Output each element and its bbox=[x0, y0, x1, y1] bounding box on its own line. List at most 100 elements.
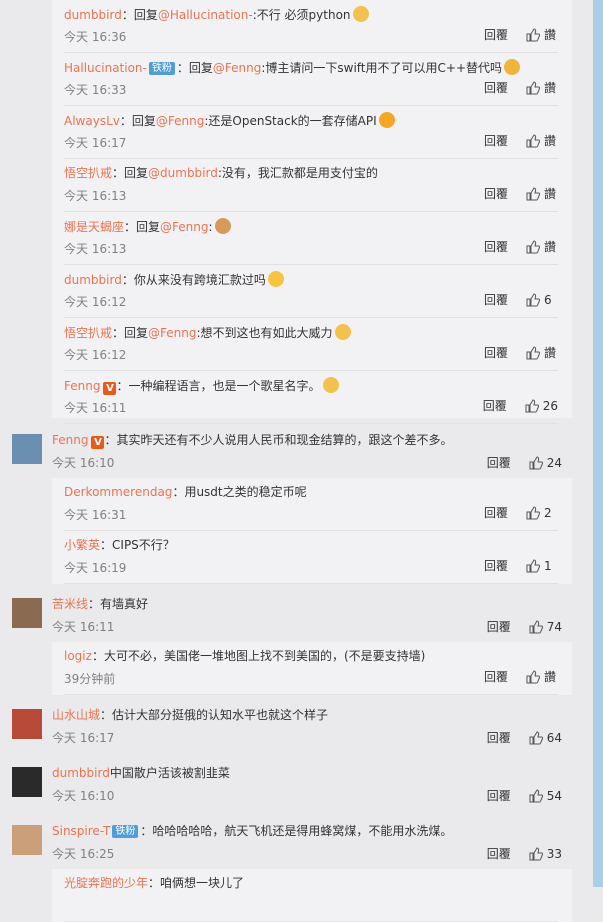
reply-text: 咱俩想一块儿了 bbox=[160, 876, 245, 890]
verified-badge-icon: V bbox=[91, 436, 105, 449]
reply-button[interactable]: 回覆 bbox=[487, 618, 511, 635]
reply-time: 今天 16:12 bbox=[64, 348, 127, 362]
like-button[interactable]: 26 bbox=[525, 399, 558, 413]
reply-author[interactable]: dumbbird bbox=[64, 8, 122, 22]
like-button[interactable]: 讚 bbox=[526, 185, 558, 202]
divider bbox=[64, 423, 558, 424]
reply-button[interactable]: 回覆 bbox=[484, 668, 508, 685]
user-avatar[interactable] bbox=[12, 434, 42, 464]
like-button[interactable]: 74 bbox=[529, 620, 562, 634]
emoji-icon bbox=[352, 6, 369, 22]
reply-button[interactable]: 回覆 bbox=[484, 26, 508, 43]
comment-item: dumbbird中国散户活该被割韭菜 今天 16:10 回覆 54 bbox=[0, 761, 593, 819]
reply-prefix: ： bbox=[116, 379, 129, 393]
mention-link[interactable]: @Fenng bbox=[160, 220, 208, 234]
comment-author[interactable]: Fenng bbox=[52, 433, 88, 447]
like-button[interactable]: 33 bbox=[529, 847, 562, 861]
reply-author[interactable]: 光腚奔跑的少年 bbox=[64, 876, 148, 890]
emoji-icon bbox=[504, 59, 520, 75]
thumbs-up-icon bbox=[529, 619, 543, 633]
mention-link[interactable]: @dumbbird bbox=[148, 166, 218, 180]
reply-button[interactable]: 回覆 bbox=[484, 344, 508, 361]
divider bbox=[64, 694, 558, 695]
reply-prefix: ： bbox=[172, 485, 185, 499]
reply-text: :还是OpenStack的一套存储API bbox=[204, 114, 377, 128]
like-count: 讚 bbox=[544, 187, 557, 201]
reply-prefix: ：回复 bbox=[176, 61, 213, 75]
comment-time: 今天 16:10 bbox=[52, 789, 115, 803]
emoji-icon bbox=[267, 271, 284, 287]
mention-link[interactable]: @Fenng bbox=[213, 61, 261, 75]
reply-text: 用usdt之类的稳定币呢 bbox=[184, 485, 307, 499]
thumbs-up-icon bbox=[525, 398, 539, 412]
reply-button[interactable]: 回覆 bbox=[484, 132, 508, 149]
reply-button[interactable]: 回覆 bbox=[484, 557, 508, 574]
like-count: 讚 bbox=[544, 134, 557, 148]
reply-prefix: ： bbox=[91, 649, 104, 663]
nested-replies-block: Derkommerendag：用usdt之类的稳定币呢 今天 16:31 回覆 … bbox=[52, 478, 572, 584]
reply-author[interactable]: 悟空扒戒 bbox=[64, 326, 112, 340]
reply-button[interactable]: 回覆 bbox=[484, 185, 508, 202]
like-button[interactable]: 6 bbox=[526, 293, 558, 307]
reply-author[interactable]: 娜是天蝎座 bbox=[64, 220, 124, 234]
like-button[interactable]: 64 bbox=[529, 731, 562, 745]
user-avatar[interactable] bbox=[12, 825, 42, 855]
like-button[interactable]: 讚 bbox=[526, 26, 558, 43]
like-button[interactable]: 24 bbox=[529, 456, 562, 470]
like-button[interactable]: 1 bbox=[526, 559, 558, 573]
reply-button[interactable]: 回覆 bbox=[483, 397, 507, 414]
divider bbox=[64, 583, 558, 584]
comment-author[interactable]: Sinspire-T bbox=[52, 824, 110, 838]
reply-button[interactable]: 回覆 bbox=[484, 504, 508, 521]
thumbs-up-icon bbox=[526, 80, 540, 94]
like-button[interactable]: 讚 bbox=[526, 668, 558, 685]
reply-item: dumbbird：回复@Hallucination-:不行 必须python 今… bbox=[52, 0, 572, 53]
reply-author[interactable]: logiz bbox=[64, 649, 92, 663]
reply-prefix: ： bbox=[148, 876, 161, 890]
reply-button[interactable]: 回覆 bbox=[487, 729, 511, 746]
like-button[interactable]: 讚 bbox=[526, 344, 558, 361]
like-count: 64 bbox=[546, 730, 562, 745]
like-button[interactable]: 讚 bbox=[526, 238, 558, 255]
reply-author[interactable]: Derkommerendag bbox=[64, 485, 172, 499]
reply-text: : bbox=[208, 220, 213, 234]
reply-button[interactable]: 回覆 bbox=[487, 845, 511, 862]
reply-button[interactable]: 回覆 bbox=[484, 79, 508, 96]
user-avatar[interactable] bbox=[12, 598, 42, 628]
reply-time: 今天 16:12 bbox=[64, 295, 127, 309]
mention-link[interactable]: @Fenng bbox=[148, 326, 196, 340]
user-avatar[interactable] bbox=[12, 709, 42, 739]
reply-author[interactable]: Fenng bbox=[64, 379, 100, 393]
comment-time: 今天 16:25 bbox=[52, 847, 115, 861]
reply-author[interactable]: 小繁英 bbox=[64, 538, 100, 552]
thumbs-up-icon bbox=[526, 186, 540, 200]
reply-text: CIPS不行？ bbox=[112, 538, 175, 552]
comment-author[interactable]: 山水山城 bbox=[52, 708, 100, 722]
reply-button[interactable]: 回覆 bbox=[487, 454, 511, 471]
like-button[interactable]: 2 bbox=[526, 506, 558, 520]
reply-button[interactable]: 回覆 bbox=[487, 787, 511, 804]
like-count: 6 bbox=[544, 292, 552, 307]
reply-button[interactable]: 回覆 bbox=[484, 238, 508, 255]
reply-author[interactable]: AlwaysLv bbox=[64, 114, 120, 128]
reply-author[interactable]: 悟空扒戒 bbox=[64, 166, 112, 180]
mention-link[interactable]: @Hallucination- bbox=[158, 8, 253, 22]
reply-button[interactable]: 回覆 bbox=[484, 291, 508, 308]
reply-author[interactable]: dumbbird bbox=[64, 273, 122, 287]
comment-author[interactable]: 苦米线 bbox=[52, 597, 88, 611]
user-avatar[interactable] bbox=[12, 767, 42, 797]
reply-prefix: ： bbox=[121, 273, 134, 287]
comment-author[interactable]: dumbbird bbox=[52, 766, 110, 780]
reply-text: :没有，我汇款都是用支付宝的 bbox=[217, 166, 378, 180]
reply-text: 一种编程语言，也是一个歌星名字。 bbox=[128, 379, 321, 393]
like-button[interactable]: 54 bbox=[529, 789, 562, 803]
like-button[interactable]: 讚 bbox=[526, 79, 558, 96]
reply-item: AlwaysLv：回复@Fenng:还是OpenStack的一套存储API 今天… bbox=[52, 106, 572, 159]
reply-item: 娜是天蝎座：回复@Fenng: 今天 16:13 回覆 讚 bbox=[52, 212, 572, 265]
reply-author[interactable]: Hallucination- bbox=[64, 61, 147, 75]
reply-time: 今天 16:13 bbox=[64, 189, 127, 203]
mention-link[interactable]: @Fenng bbox=[156, 114, 204, 128]
like-button[interactable]: 讚 bbox=[526, 132, 558, 149]
reply-time: 39分钟前 bbox=[64, 672, 116, 686]
comment-time: 今天 16:11 bbox=[52, 620, 115, 634]
